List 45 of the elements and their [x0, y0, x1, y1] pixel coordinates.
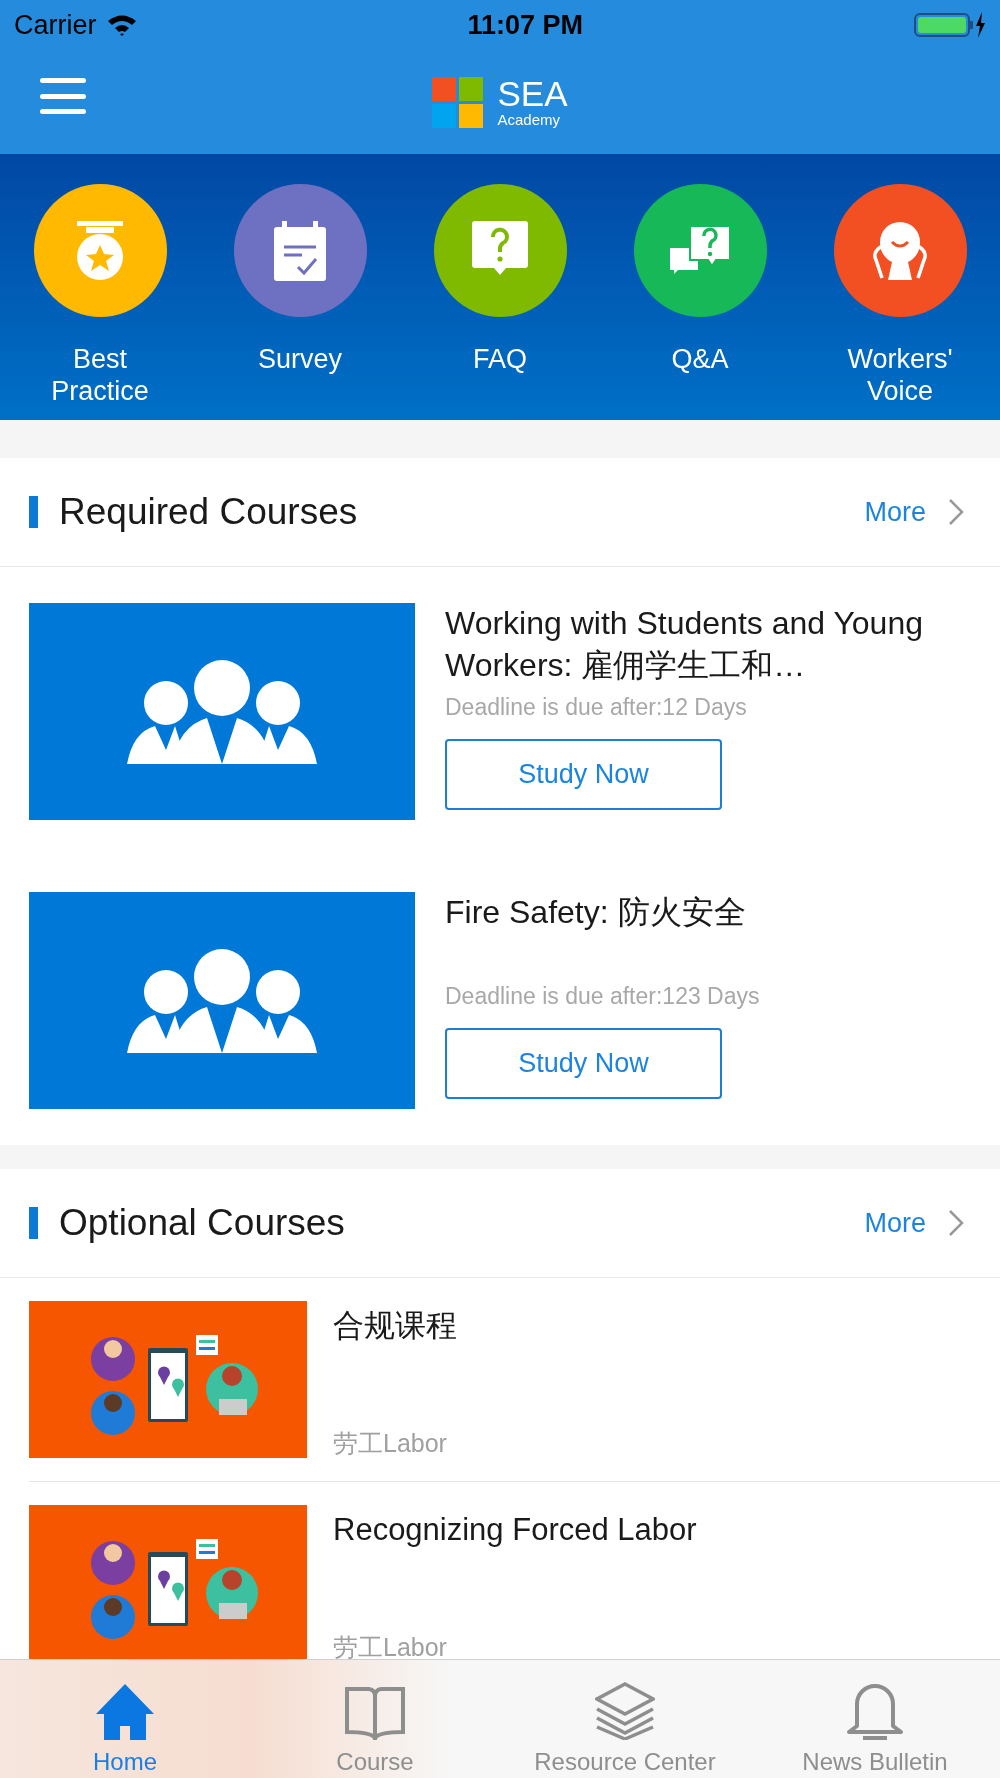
study-now-button[interactable]: Study Now [445, 738, 722, 810]
wifi-icon [106, 14, 137, 36]
tab-bar-item[interactable]: Course [250, 1660, 500, 1778]
smiling-person-icon [870, 219, 930, 282]
tab-bar-item[interactable]: Home [0, 1660, 250, 1778]
tab-bar-item[interactable]: Resource Center [500, 1660, 750, 1778]
section-marker [29, 1207, 38, 1239]
course-category: 劳工Labor [333, 1428, 448, 1458]
people-group-icon [127, 948, 317, 1053]
deadline-text: Deadline is due after:123 Days [445, 983, 761, 1011]
course-title: Working with Students and Young Workers: 雇佣学生工和… [445, 604, 924, 685]
category-label: Best Practice [50, 343, 150, 408]
section-title: Required Courses [59, 489, 358, 534]
course-title: Fire Safety: 防火安全 [445, 893, 747, 932]
study-now-button[interactable]: Study Now [445, 1027, 722, 1099]
category-label: Survey [256, 343, 343, 376]
logo-subtitle: Academy [497, 110, 561, 129]
battery-charging-icon [914, 12, 986, 38]
course-category: 劳工Labor [333, 1632, 448, 1662]
more-link[interactable]: More [864, 1207, 964, 1239]
deadline-text: Deadline is due after:12 Days [445, 694, 748, 722]
checklist-icon [274, 220, 326, 281]
course-title: 合规课程 [333, 1307, 457, 1345]
category-label: Q&A [670, 343, 730, 376]
home-icon [96, 1684, 154, 1740]
chat-question-icon [670, 225, 730, 276]
people-group-icon [127, 659, 317, 764]
logo-title: SEA [497, 75, 568, 111]
medal-icon [74, 220, 126, 281]
bell-icon [845, 1682, 905, 1740]
tab-bar-item[interactable]: News Bulletin [750, 1660, 1000, 1778]
chevron-right-icon [948, 498, 964, 526]
section-marker [29, 496, 38, 528]
more-link[interactable]: More [864, 496, 964, 528]
clock-time: 11:07 PM [467, 8, 584, 42]
book-icon [345, 1686, 405, 1740]
category-label: Workers' Voice [846, 343, 954, 408]
layers-icon [595, 1682, 655, 1740]
section-title: Optional Courses [59, 1200, 345, 1245]
menu-button[interactable] [40, 78, 86, 114]
category-label: FAQ [472, 343, 528, 376]
carrier-text: Carrier [14, 8, 97, 42]
chevron-right-icon [948, 1209, 964, 1237]
logo-icon [432, 76, 484, 128]
course-title: Recognizing Forced Labor [333, 1511, 697, 1549]
